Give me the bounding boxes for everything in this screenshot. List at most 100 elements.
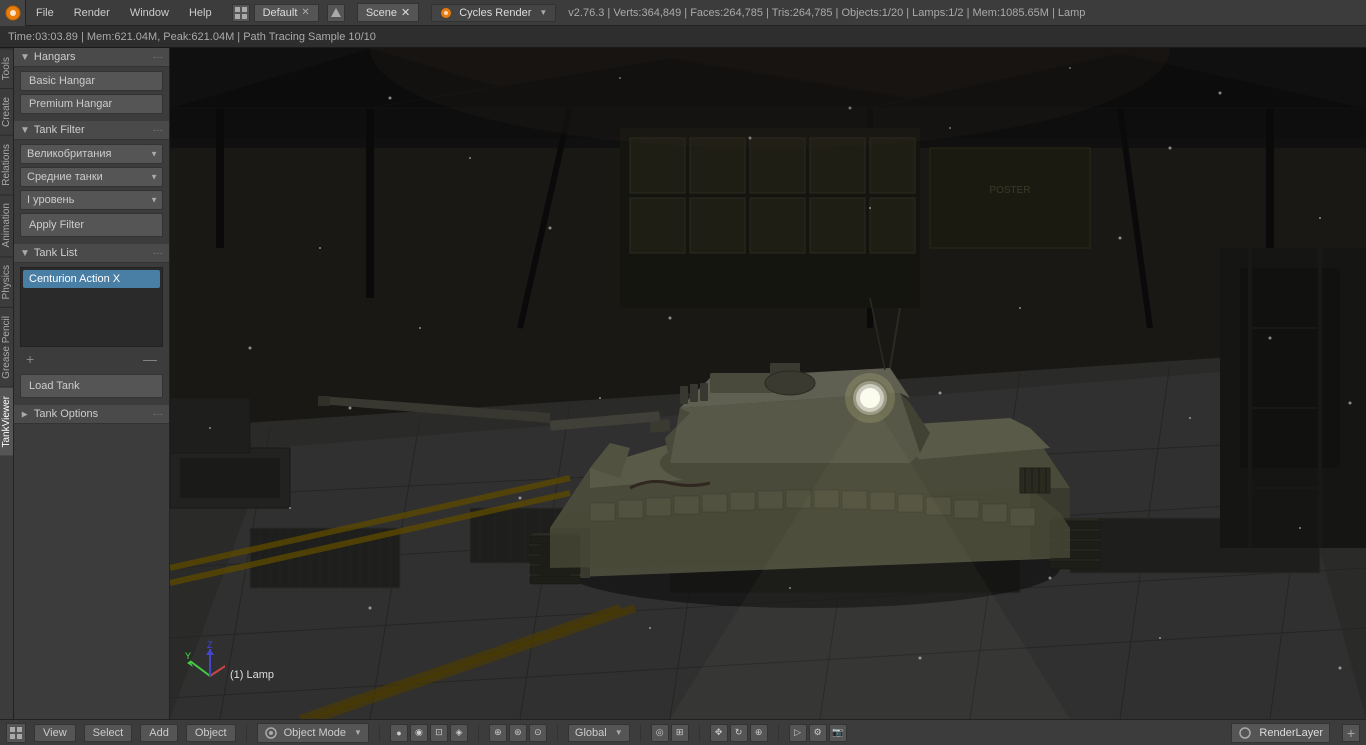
axes-indicator: X Y Z bbox=[185, 641, 225, 681]
object-btn[interactable]: Object bbox=[186, 724, 236, 742]
viewport-icons: ● ◉ ⊡ ◈ bbox=[390, 724, 468, 742]
viewport[interactable]: POSTER bbox=[170, 48, 1366, 719]
viewport-shading-icon[interactable]: ● bbox=[390, 724, 408, 742]
sidebar-item-create[interactable]: Create bbox=[0, 88, 13, 135]
type-filter-wrapper: Лёгкие танки Средние танки Тяжёлые танки… bbox=[20, 167, 163, 187]
tank-list-footer: + — bbox=[20, 350, 163, 368]
snap-icon[interactable]: ⊛ bbox=[509, 724, 527, 742]
sidebar-item-tools[interactable]: Tools bbox=[0, 48, 13, 88]
render-status-text: Time:03:03.89 | Mem:621.04M, Peak:621.04… bbox=[8, 31, 376, 43]
sidebar-item-relations[interactable]: Relations bbox=[0, 135, 13, 194]
panel-sidebar: ▼ Hangars ··· Basic Hangar Premium Hanga… bbox=[14, 48, 170, 719]
grid-icon[interactable] bbox=[232, 4, 250, 22]
sidebar-item-physics[interactable]: Physics bbox=[0, 256, 13, 307]
tank-options-title: Tank Options bbox=[34, 408, 98, 420]
tank-filter-arrow-icon: ▼ bbox=[20, 125, 30, 136]
bottom-bar: View Select Add Object Object Mode ▼ ● ◉… bbox=[0, 719, 1366, 745]
svg-text:Z: Z bbox=[207, 641, 213, 650]
separator-1 bbox=[246, 724, 247, 742]
sidebar-item-animation[interactable]: Animation bbox=[0, 194, 13, 255]
type-filter[interactable]: Лёгкие танки Средние танки Тяжёлые танки… bbox=[20, 167, 163, 187]
layers-icon[interactable]: ⊞ bbox=[671, 724, 689, 742]
object-mode-dropdown[interactable]: Object Mode ▼ bbox=[257, 723, 369, 743]
separator-5 bbox=[640, 724, 641, 742]
tank-list-arrow-icon: ▼ bbox=[20, 248, 30, 259]
tank-list-dots: ··· bbox=[153, 248, 163, 259]
settings-icon[interactable]: ⚙ bbox=[809, 724, 827, 742]
game-icon[interactable]: ▷ bbox=[789, 724, 807, 742]
tank-options-section-header[interactable]: ▼ Tank Options ··· bbox=[14, 405, 169, 424]
render-engine-arrow: ▼ bbox=[539, 8, 547, 17]
nav-icons: ✥ ↻ ⊕ bbox=[710, 724, 768, 742]
layer-icons: ◎ ⊞ bbox=[651, 724, 689, 742]
pivot-icon[interactable]: ◎ bbox=[651, 724, 669, 742]
workspace-close-icon[interactable]: ✕ bbox=[301, 7, 309, 18]
select-btn[interactable]: Select bbox=[84, 724, 133, 742]
scene-close-icon[interactable]: ✕ bbox=[401, 6, 410, 19]
pan-icon[interactable]: ✥ bbox=[710, 724, 728, 742]
hangars-content: Basic Hangar Premium Hangar bbox=[14, 67, 169, 121]
viewport-render-icon[interactable]: ◉ bbox=[410, 724, 428, 742]
manipulator-icon[interactable]: ⊕ bbox=[489, 724, 507, 742]
tank-list-title: Tank List bbox=[34, 247, 77, 259]
add-render-layer-btn[interactable]: + bbox=[1342, 724, 1360, 742]
camera-icon[interactable]: 📷 bbox=[829, 724, 847, 742]
workspace-label[interactable]: Default ✕ bbox=[254, 4, 319, 22]
tank-list-area: Centurion Action X bbox=[20, 267, 163, 347]
scene-label[interactable]: Scene ✕ bbox=[357, 3, 419, 22]
add-btn[interactable]: Add bbox=[140, 724, 178, 742]
material-icon[interactable]: ◈ bbox=[450, 724, 468, 742]
tank-filter-title: Tank Filter bbox=[34, 124, 85, 136]
extra-icons: ▷ ⚙ 📷 bbox=[789, 724, 847, 742]
basic-hangar-btn[interactable]: Basic Hangar bbox=[20, 71, 163, 91]
status-bar: Time:03:03.89 | Mem:621.04M, Peak:621.04… bbox=[0, 26, 1366, 48]
lamp-info: (1) Lamp bbox=[230, 669, 274, 681]
hangars-section-header[interactable]: ▼ Hangars ··· bbox=[14, 48, 169, 67]
separator-7 bbox=[778, 724, 779, 742]
sidebar-item-tankviewer[interactable]: TankViewer bbox=[0, 387, 13, 456]
global-dropdown[interactable]: Global ▼ bbox=[568, 724, 630, 742]
scene-icon[interactable] bbox=[327, 4, 345, 22]
render-menu[interactable]: Render bbox=[64, 0, 120, 25]
tank-list-section-header[interactable]: ▼ Tank List ··· bbox=[14, 244, 169, 263]
load-tank-section: Load Tank bbox=[14, 372, 169, 405]
view-btn[interactable]: View bbox=[34, 724, 76, 742]
blender-logo[interactable] bbox=[0, 0, 26, 26]
add-tank-btn[interactable]: + bbox=[24, 352, 36, 366]
editor-type-icon[interactable] bbox=[6, 723, 26, 743]
viewport-tools-icons: ⊕ ⊛ ⊙ bbox=[489, 724, 547, 742]
remove-tank-btn[interactable]: — bbox=[141, 352, 159, 366]
zoom-icon[interactable]: ⊕ bbox=[750, 724, 768, 742]
left-tabs: Tools Create Relations Animation Physics… bbox=[0, 48, 14, 719]
nation-filter-wrapper: СССР Германия США Великобритания Франция… bbox=[20, 144, 163, 164]
separator-2 bbox=[379, 724, 380, 742]
render-engine-selector[interactable]: Cycles Render ▼ bbox=[431, 4, 556, 22]
help-menu[interactable]: Help bbox=[179, 0, 222, 25]
window-menu[interactable]: Window bbox=[120, 0, 179, 25]
tank-list-item[interactable]: Centurion Action X bbox=[23, 270, 160, 288]
tank-options-dots: ··· bbox=[153, 409, 163, 420]
workspace-area: Default ✕ Scene ✕ Cycles Render ▼ bbox=[232, 3, 557, 22]
hangars-title: Hangars bbox=[34, 51, 76, 63]
tank-filter-section-header[interactable]: ▼ Tank Filter ··· bbox=[14, 121, 169, 140]
blender-info: v2.76.3 | Verts:364,849 | Faces:264,785 … bbox=[568, 7, 1085, 19]
file-menu[interactable]: File bbox=[26, 0, 64, 25]
main-area: Tools Create Relations Animation Physics… bbox=[0, 48, 1366, 719]
render-layer-selector[interactable]: RenderLayer bbox=[1231, 723, 1330, 743]
load-tank-btn[interactable]: Load Tank bbox=[20, 374, 163, 398]
premium-hangar-btn[interactable]: Premium Hangar bbox=[20, 94, 163, 114]
nation-filter[interactable]: СССР Германия США Великобритания Франция… bbox=[20, 144, 163, 164]
separator-6 bbox=[699, 724, 700, 742]
tier-filter[interactable]: I уровень II уровень III уровень IV уров… bbox=[20, 190, 163, 210]
sidebar-item-grease-pencil[interactable]: Grease Pencil bbox=[0, 307, 13, 387]
svg-text:Y: Y bbox=[185, 651, 191, 661]
tier-filter-wrapper: I уровень II уровень III уровень IV уров… bbox=[20, 190, 163, 210]
rotate-icon[interactable]: ↻ bbox=[730, 724, 748, 742]
apply-filter-btn[interactable]: Apply Filter bbox=[20, 213, 163, 237]
tank-filter-dots: ··· bbox=[153, 125, 163, 136]
proportional-edit-icon[interactable]: ⊙ bbox=[529, 724, 547, 742]
separator-3 bbox=[478, 724, 479, 742]
top-bar: File Render Window Help Default ✕ Scene … bbox=[0, 0, 1366, 26]
svg-text:POSTER: POSTER bbox=[989, 185, 1030, 196]
wireframe-icon[interactable]: ⊡ bbox=[430, 724, 448, 742]
